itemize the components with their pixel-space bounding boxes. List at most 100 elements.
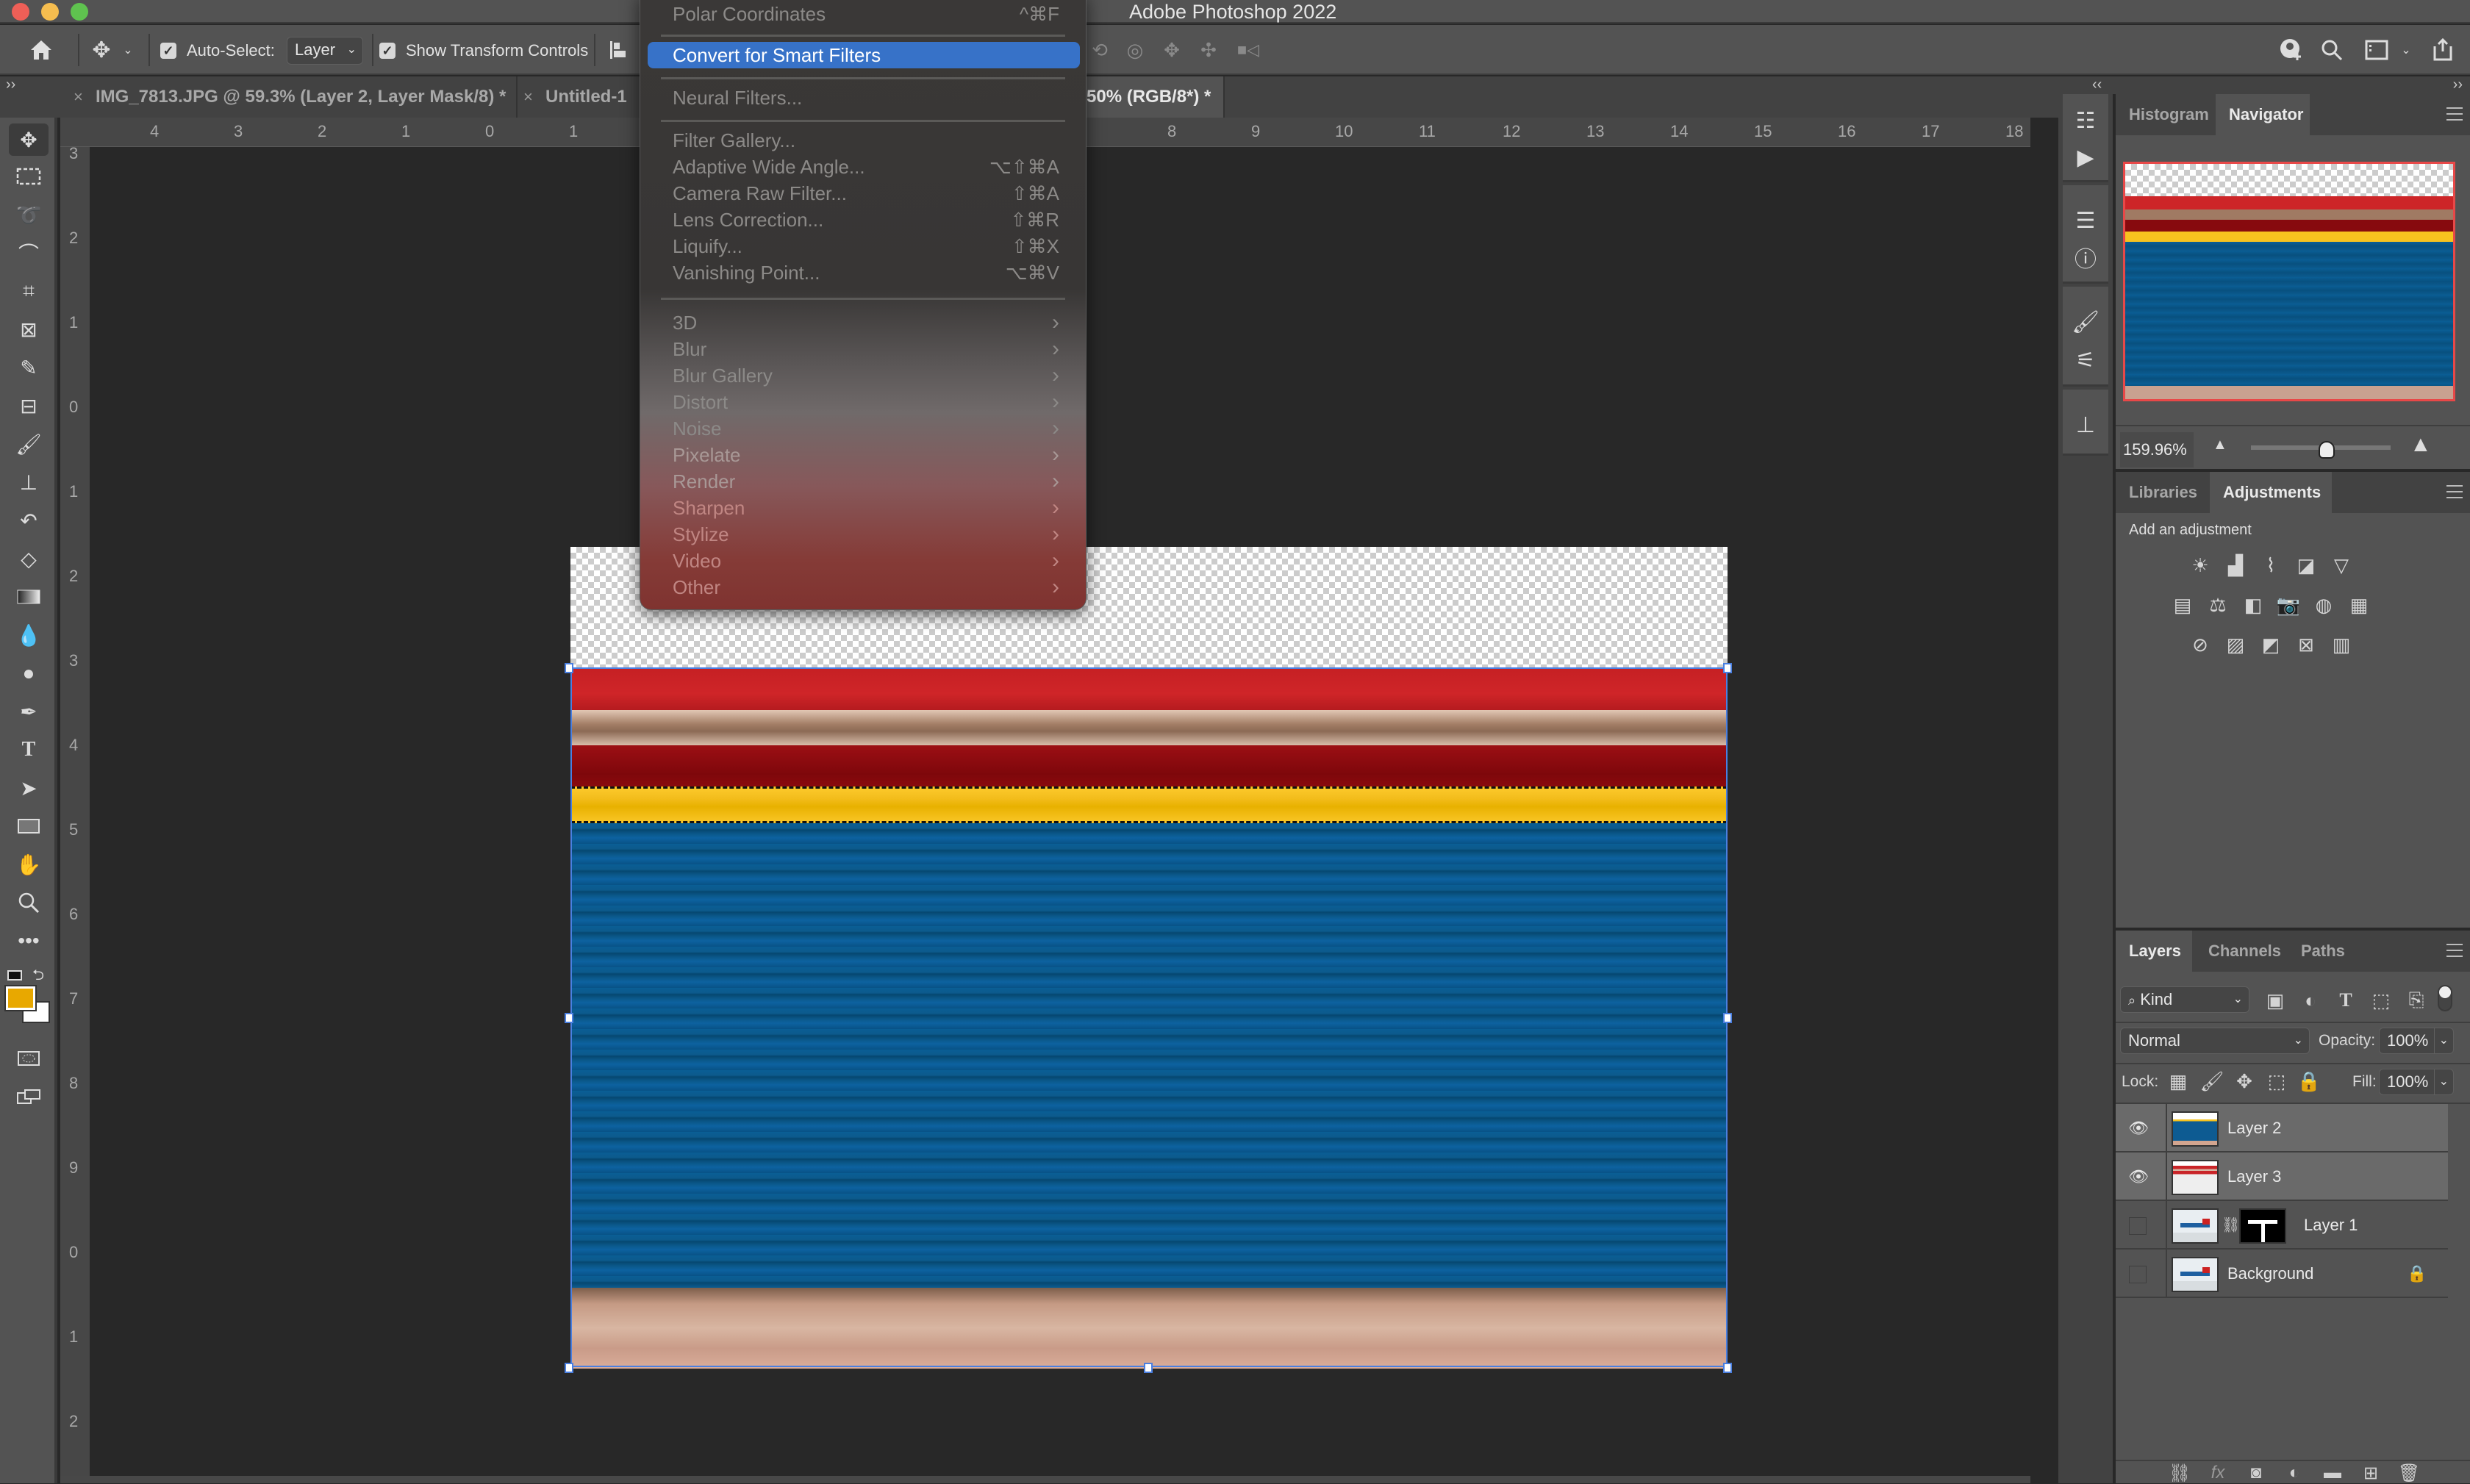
zoom-tool[interactable] <box>9 886 49 919</box>
3d-slide-icon[interactable]: ✣ <box>1197 37 1220 63</box>
threshold-icon[interactable]: ◩ <box>2258 634 2283 656</box>
home-icon[interactable] <box>26 37 56 63</box>
swap-colors-icon[interactable]: ⮌ <box>32 964 44 989</box>
auto-select-checkbox[interactable]: ✓ <box>160 43 176 59</box>
healing-brush-tool[interactable]: ⊟ <box>9 390 49 422</box>
photo-filter-icon[interactable]: 📷 <box>2276 594 2301 616</box>
share-user-icon[interactable] <box>2277 37 2304 63</box>
close-tab-icon[interactable]: × <box>523 76 533 118</box>
search-icon[interactable] <box>2319 37 2345 63</box>
transform-handle-top-left[interactable] <box>565 663 573 673</box>
menu-item-liquify[interactable]: Liquify... ⇧⌘X <box>673 233 1059 259</box>
menu-item-sharpen[interactable]: Sharpen › <box>673 495 1059 521</box>
path-selection-tool[interactable]: ➤ <box>9 772 49 804</box>
3d-pan-icon[interactable]: ✥ <box>1160 37 1184 63</box>
fx-icon[interactable]: fx <box>2207 1463 2229 1483</box>
info-icon[interactable]: ⓘ <box>2069 241 2102 273</box>
menu-item-pixelate[interactable]: Pixelate › <box>673 442 1059 468</box>
visibility-toggle[interactable] <box>2129 1266 2147 1283</box>
close-tab-icon[interactable]: × <box>74 76 83 118</box>
rectangle-tool[interactable] <box>9 810 49 842</box>
layer-row[interactable]: Background 🔒 <box>2116 1250 2448 1298</box>
screen-mode-icon[interactable] <box>9 1080 49 1113</box>
chain-link-icon[interactable]: ⛓ <box>2222 1216 2240 1234</box>
document-canvas[interactable] <box>570 547 1728 1369</box>
tab-layers[interactable]: Layers <box>2116 931 2192 972</box>
lock-icon[interactable]: 🔒 <box>2407 1264 2427 1283</box>
tab-paths[interactable]: Paths <box>2288 931 2355 972</box>
brush-presets-icon[interactable]: 🖌 <box>2069 306 2102 338</box>
pen-tool[interactable]: ✒ <box>9 695 49 728</box>
share-icon[interactable] <box>2429 37 2455 63</box>
vibrance-icon[interactable]: ▽ <box>2329 554 2354 576</box>
3d-camera-icon[interactable]: ■◁ <box>1234 37 1263 63</box>
expand-tools-icon[interactable]: ›› <box>0 76 34 94</box>
clone-stamp-tool[interactable]: ⊥ <box>9 466 49 498</box>
eye-icon[interactable]: 👁 <box>2127 1117 2149 1139</box>
type-tool[interactable]: T <box>9 734 49 766</box>
menu-item-distort[interactable]: Distort › <box>673 389 1059 415</box>
menu-item-noise[interactable]: Noise › <box>673 415 1059 442</box>
navigator-thumbnail[interactable] <box>2123 162 2455 401</box>
tab-img-7813[interactable]: × IMG_7813.JPG @ 59.3% (Layer 2, Layer M… <box>74 76 518 118</box>
zoom-window-button[interactable] <box>71 3 88 21</box>
color-balance-icon[interactable]: ⚖ <box>2205 594 2230 616</box>
levels-icon[interactable]: ▟ <box>2223 554 2248 576</box>
layer-row[interactable]: ⛓ Layer 1 <box>2116 1201 2448 1250</box>
gradient-tool[interactable] <box>9 581 49 613</box>
panel-menu-icon[interactable] <box>2446 485 2463 498</box>
menu-item-filter-gallery[interactable]: Filter Gallery... <box>673 127 1059 154</box>
filter-type-layers-icon[interactable]: T <box>2333 989 2358 1011</box>
black-white-icon[interactable]: ◧ <box>2241 594 2266 616</box>
hue-saturation-icon[interactable]: ▤ <box>2170 594 2195 616</box>
layer-row[interactable]: 👁 Layer 3 <box>2116 1153 2448 1201</box>
auto-select-dropdown[interactable]: Layer ⌄ <box>287 37 363 65</box>
folder-icon[interactable]: ▬ <box>2322 1463 2344 1483</box>
menu-item-camera-raw-filter[interactable]: Camera Raw Filter... ⇧⌘A <box>673 180 1059 207</box>
transform-handle-bottom-left[interactable] <box>565 1363 573 1373</box>
quick-mask-icon[interactable] <box>9 1042 49 1075</box>
tab-channels[interactable]: Channels <box>2195 931 2285 972</box>
lock-all-icon[interactable]: 🔒 <box>2297 1070 2322 1092</box>
invert-icon[interactable]: ⊘ <box>2188 634 2213 656</box>
minimize-window-button[interactable] <box>41 3 59 21</box>
lock-transparent-pixels-icon[interactable]: ▦ <box>2166 1070 2191 1092</box>
properties-sliders-icon[interactable]: ☰ <box>2069 204 2102 237</box>
layer-filter-dropdown[interactable]: ⌕ Kind ⌄ <box>2120 986 2249 1013</box>
menu-item-3d[interactable]: 3D › <box>673 309 1059 336</box>
blur-tool[interactable]: 💧 <box>9 619 49 651</box>
brush-settings-icon[interactable]: ⚟ <box>2069 344 2102 376</box>
brightness-contrast-icon[interactable]: ☀ <box>2188 554 2213 576</box>
menu-item-neural-filters[interactable]: Neural Filters... <box>673 85 1059 111</box>
zoom-slider-thumb[interactable] <box>2318 441 2335 459</box>
quick-selection-tool[interactable]: ⌒ <box>9 237 49 269</box>
eye-icon[interactable]: 👁 <box>2127 1166 2149 1188</box>
layer-name[interactable]: Background <box>2227 1250 2313 1298</box>
transform-handle-top-right[interactable] <box>1723 663 1732 673</box>
dodge-tool[interactable]: ● <box>9 657 49 689</box>
filter-adjustment-layers-icon[interactable]: ◐ <box>2298 989 2323 1011</box>
zoom-value[interactable]: 159.96% <box>2120 432 2194 467</box>
frame-tool[interactable]: ⊠ <box>9 313 49 345</box>
transform-handle-middle-left[interactable] <box>565 1013 573 1023</box>
menu-item-stylize[interactable]: Stylize › <box>673 521 1059 548</box>
transform-handle-bottom-center[interactable] <box>1144 1363 1153 1373</box>
selective-color-icon[interactable]: ⊠ <box>2294 634 2319 656</box>
crop-tool[interactable]: ⌗ <box>9 275 49 307</box>
menu-item-blur[interactable]: Blur › <box>673 336 1059 362</box>
tab-histogram[interactable]: Histogram <box>2116 94 2216 135</box>
panel-menu-icon[interactable] <box>2446 107 2463 121</box>
chevron-down-icon[interactable]: ⌄ <box>121 41 135 59</box>
workspace-icon[interactable] <box>2364 38 2389 62</box>
exposure-icon[interactable]: ◪ <box>2294 554 2319 576</box>
menu-item-render[interactable]: Render › <box>673 468 1059 495</box>
eyedropper-tool[interactable]: ✎ <box>9 351 49 384</box>
blend-mode-dropdown[interactable]: Normal ⌄ <box>2120 1028 2310 1054</box>
adjustment-icon[interactable]: ◐ <box>2283 1463 2305 1483</box>
channel-mixer-icon[interactable]: ◍ <box>2311 594 2336 616</box>
collapse-left-icon[interactable]: ‹‹ <box>2092 76 2102 93</box>
vertical-ruler[interactable]: 3 2 1 0 1 2 3 4 5 6 7 8 9 0 1 2 <box>60 144 90 1483</box>
layer-mask-thumbnail[interactable] <box>2239 1208 2286 1244</box>
mask-icon[interactable]: ◙ <box>2245 1463 2267 1483</box>
menu-item-convert-for-smart-filters[interactable]: Convert for Smart Filters <box>673 42 1059 68</box>
